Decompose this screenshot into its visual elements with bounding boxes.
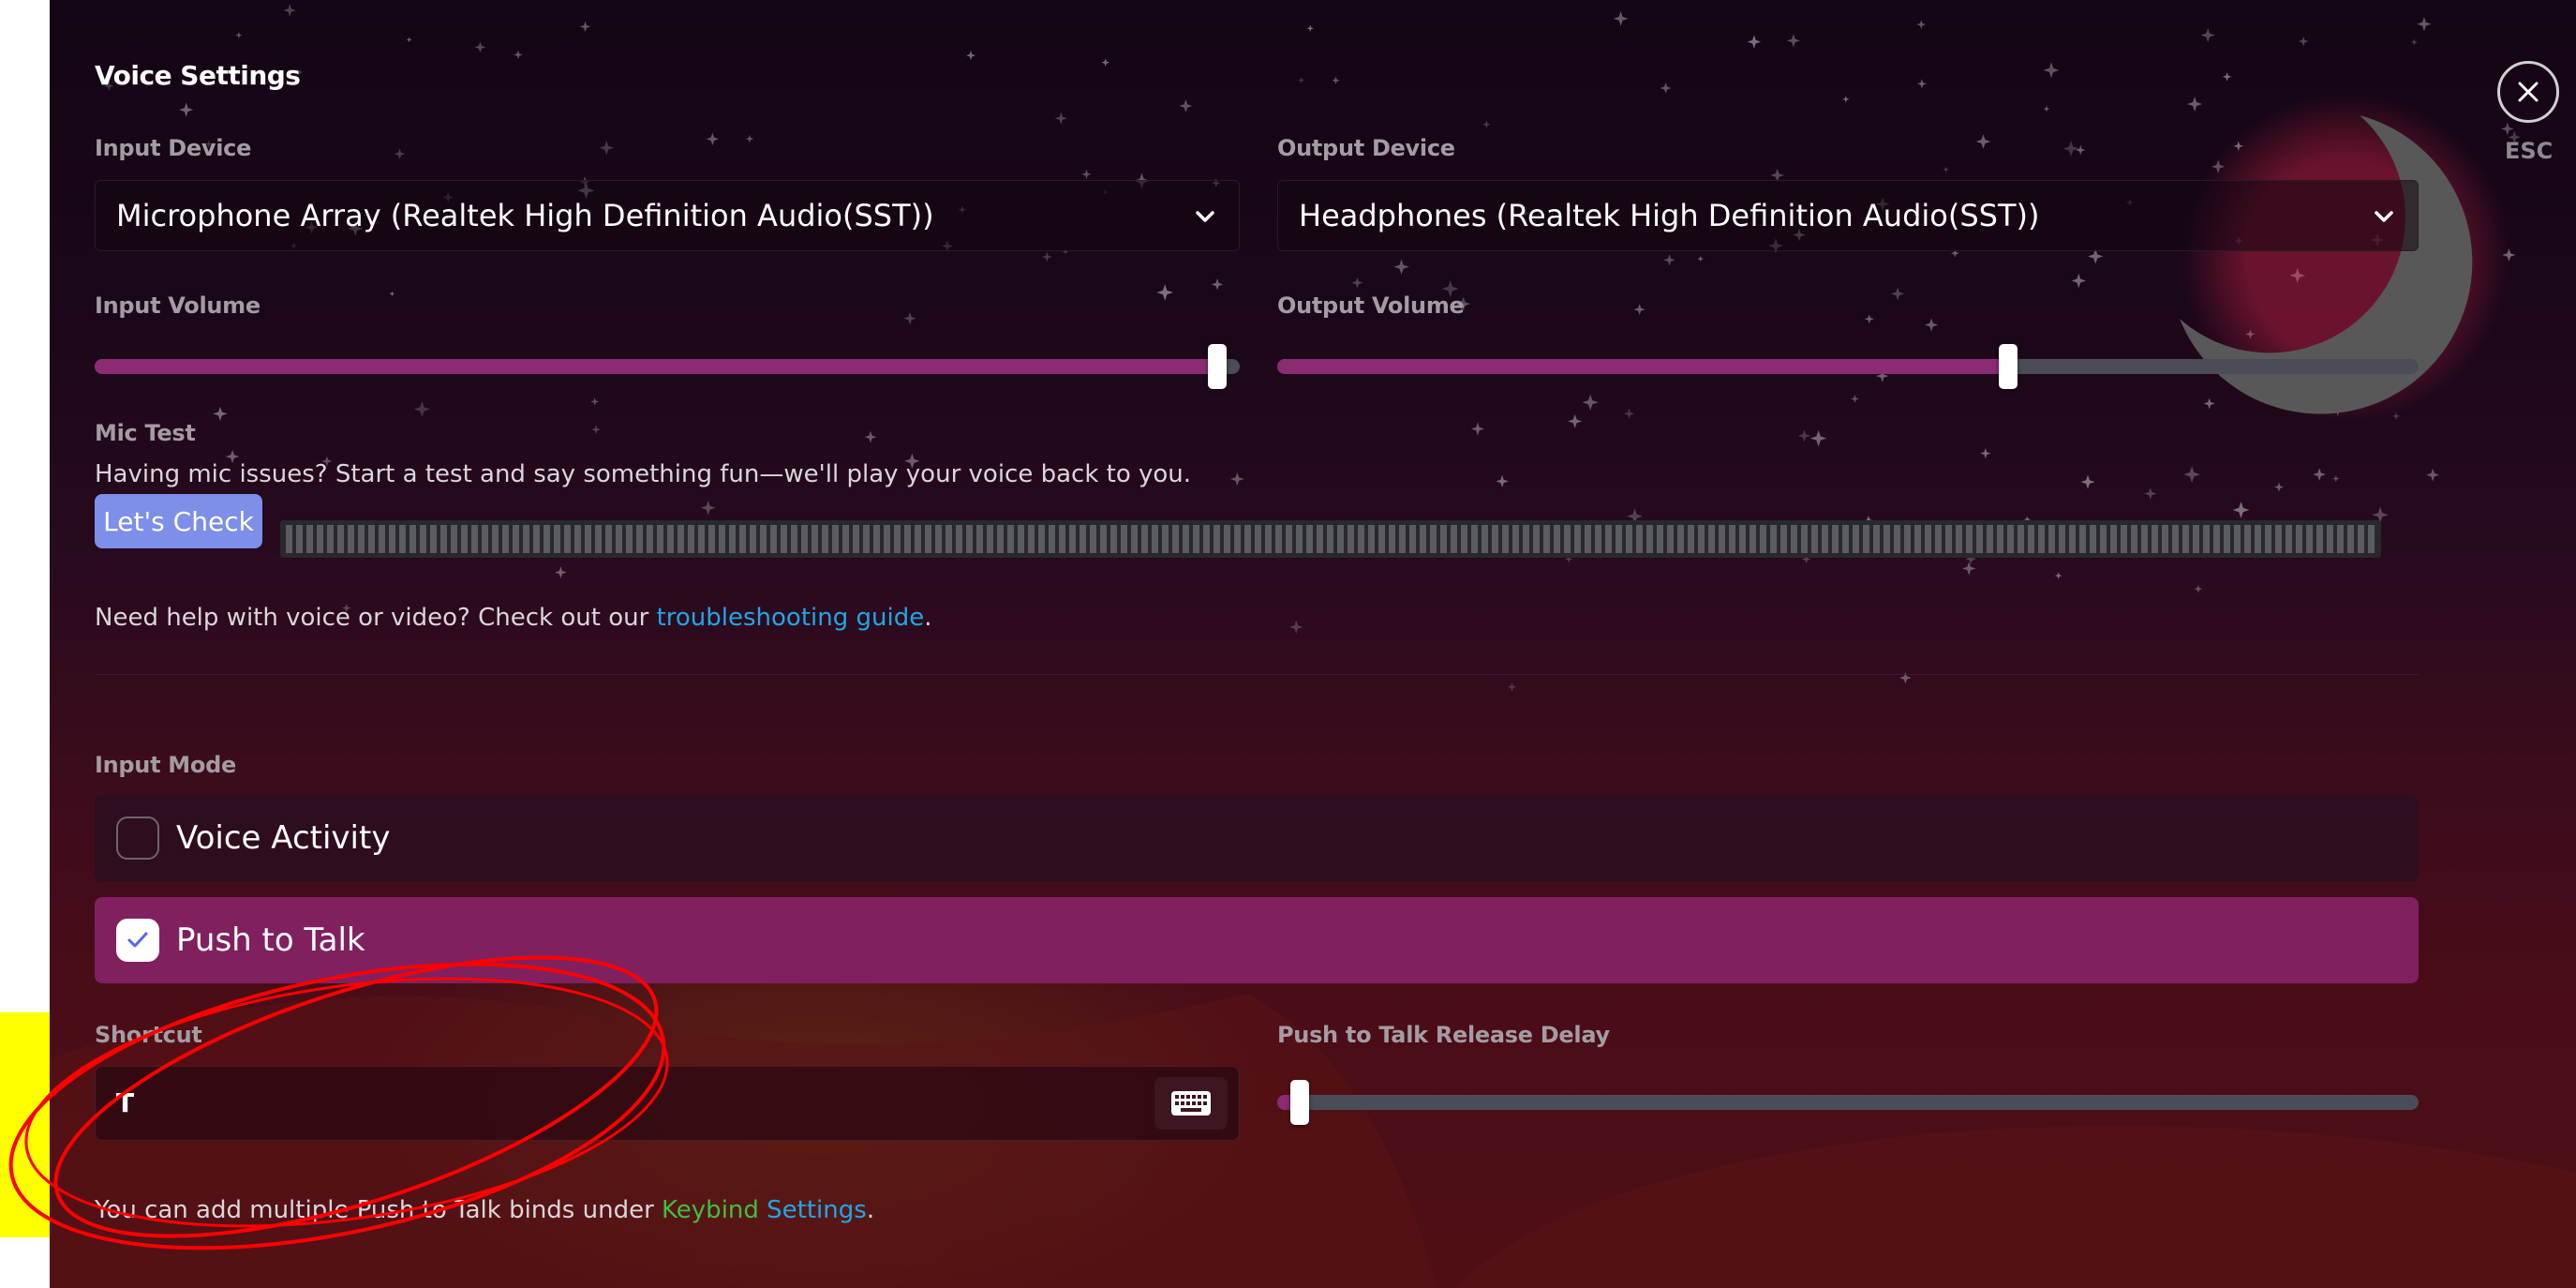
- output-device-value: Headphones (Realtek High Definition Audi…: [1299, 198, 2040, 233]
- input-mode-label: Input Mode: [95, 752, 236, 778]
- yellow-highlight-mark: [0, 1012, 50, 1237]
- crescent-moon-icon: [2180, 94, 2509, 422]
- footer-prefix: You can add multiple Push to Talk binds …: [95, 1196, 663, 1224]
- push-to-talk-option[interactable]: Push to Talk: [95, 897, 2419, 983]
- footer-suffix: .: [866, 1196, 875, 1224]
- section-divider: [95, 674, 2419, 675]
- input-device-label: Input Device: [95, 135, 252, 161]
- voice-activity-label: Voice Activity: [176, 819, 391, 857]
- push-to-talk-label: Push to Talk: [176, 921, 365, 959]
- keybind-settings-link-part1[interactable]: Keybind: [662, 1196, 759, 1224]
- output-volume-thumb[interactable]: [1998, 344, 2018, 389]
- push-to-talk-checkbox[interactable]: [116, 919, 159, 962]
- input-volume-slider[interactable]: [95, 344, 1240, 389]
- lets-check-button[interactable]: Let's Check: [95, 494, 262, 548]
- output-volume-label: Output Volume: [1277, 292, 1465, 319]
- keybind-settings-link-part2[interactable]: Settings: [767, 1196, 867, 1224]
- voice-activity-option[interactable]: Voice Activity: [95, 795, 2419, 881]
- input-volume-label: Input Volume: [95, 292, 261, 319]
- input-volume-thumb[interactable]: [1207, 344, 1227, 389]
- shortcut-label: Shortcut: [95, 1022, 202, 1048]
- esc-label: ESC: [2505, 138, 2554, 164]
- ptt-release-delay-label: Push to Talk Release Delay: [1277, 1022, 1610, 1048]
- input-volume-fill: [95, 359, 1217, 374]
- voice-settings-page: Voice Settings Input Device Microphone A…: [50, 0, 2576, 1288]
- page-title: Voice Settings: [95, 60, 301, 91]
- output-volume-slider[interactable]: [1277, 344, 2419, 389]
- mic-test-description: Having mic issues? Start a test and say …: [95, 460, 1192, 488]
- close-button[interactable]: [2497, 61, 2559, 123]
- help-text: Need help with voice or video? Check out…: [95, 604, 931, 632]
- mic-test-label: Mic Test: [95, 420, 196, 446]
- chevron-down-icon: [1196, 211, 1214, 222]
- mic-level-meter: [280, 520, 2381, 558]
- output-volume-fill: [1277, 359, 2008, 374]
- ptt-release-delay-thumb[interactable]: [1290, 1080, 1310, 1125]
- shortcut-value: T: [116, 1087, 135, 1118]
- footer-text: You can add multiple Push to Talk binds …: [95, 1196, 874, 1224]
- input-device-value: Microphone Array (Realtek High Definitio…: [116, 198, 934, 233]
- input-device-select[interactable]: Microphone Array (Realtek High Definitio…: [95, 180, 1240, 251]
- shortcut-input[interactable]: T: [95, 1066, 1240, 1141]
- output-device-label: Output Device: [1277, 135, 1455, 161]
- voice-activity-checkbox[interactable]: [116, 816, 159, 860]
- output-device-select[interactable]: Headphones (Realtek High Definition Audi…: [1277, 180, 2419, 251]
- checkmark-icon: [127, 932, 148, 948]
- keyboard-icon: [1171, 1091, 1211, 1116]
- help-prefix: Need help with voice or video? Check out…: [95, 604, 657, 632]
- close-icon: [2518, 82, 2539, 102]
- help-suffix: .: [924, 604, 932, 632]
- chevron-down-icon: [2375, 211, 2393, 222]
- ptt-release-delay-slider[interactable]: [1277, 1080, 2419, 1125]
- record-keybind-button[interactable]: [1154, 1077, 1228, 1130]
- troubleshooting-guide-link[interactable]: troubleshooting guide: [657, 604, 925, 632]
